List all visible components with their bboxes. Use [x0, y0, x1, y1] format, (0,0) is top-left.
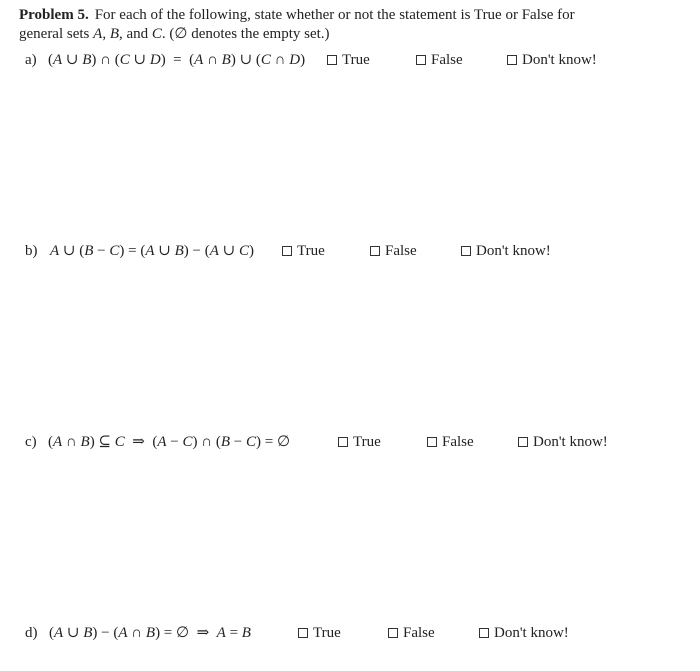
option-label: False — [385, 243, 417, 259]
question-statement: (A ∪ B) − (A ∩ B) = ∅ ⇒ A = B — [49, 625, 251, 641]
intro-line-2-post: . (∅ denotes the empty set.) — [161, 26, 330, 42]
question-statement: (A ∪ B) ∩ (C ∪ D) = (A ∩ B) ∪ (C ∩ D) — [48, 52, 306, 68]
checkbox-icon[interactable] — [479, 628, 489, 638]
intro-line-1: For each of the following, state whether… — [94, 7, 575, 23]
checkbox-icon[interactable] — [327, 55, 337, 65]
checkbox-icon[interactable] — [298, 628, 308, 638]
option-false[interactable]: False — [416, 49, 463, 71]
option-false[interactable]: False — [427, 431, 474, 453]
option-false[interactable]: False — [388, 622, 435, 644]
option-dont-know[interactable]: Don't know! — [461, 240, 551, 262]
separator: , and — [118, 26, 152, 42]
checkbox-icon[interactable] — [388, 628, 398, 638]
checkbox-icon[interactable] — [338, 437, 348, 447]
option-dont-know[interactable]: Don't know! — [507, 49, 597, 71]
question-statement: (A ∩ B) ⊆ C ⇒ (A − C) ∩ (B − C) = ∅ — [48, 434, 291, 450]
checkbox-icon[interactable] — [507, 55, 517, 65]
option-label: True — [313, 625, 341, 641]
question-label: d) — [25, 625, 38, 641]
question-label: c) — [25, 434, 37, 450]
option-false[interactable]: False — [370, 240, 417, 262]
checkbox-icon[interactable] — [416, 55, 426, 65]
question-statement: A ∪ (B − C) = (A ∪ B) − (A ∪ C) — [50, 243, 254, 259]
option-label: Don't know! — [522, 52, 597, 68]
intro-line-2-pre: general sets — [19, 26, 94, 42]
option-label: False — [431, 52, 463, 68]
option-label: Don't know! — [494, 625, 569, 641]
checkbox-icon[interactable] — [282, 246, 292, 256]
question-b: b) A ∪ (B − C) = (A ∪ B) − (A ∪ C) True … — [0, 240, 700, 262]
option-dont-know[interactable]: Don't know! — [479, 622, 569, 644]
question-a: a) (A ∪ B) ∩ (C ∪ D) = (A ∩ B) ∪ (C ∩ D)… — [0, 49, 700, 71]
problem-intro: Problem 5. For each of the following, sta… — [19, 6, 659, 44]
option-label: False — [403, 625, 435, 641]
question-c: c) (A ∩ B) ⊆ C ⇒ (A − C) ∩ (B − C) = ∅ T… — [0, 431, 700, 453]
option-label: True — [297, 243, 325, 259]
question-label: b) — [25, 243, 38, 259]
option-true[interactable]: True — [298, 622, 341, 644]
option-dont-know[interactable]: Don't know! — [518, 431, 608, 453]
option-label: True — [353, 434, 381, 450]
option-true[interactable]: True — [327, 49, 370, 71]
option-true[interactable]: True — [338, 431, 381, 453]
set-b: B — [109, 26, 119, 42]
question-label: a) — [25, 52, 37, 68]
question-d: d) (A ∪ B) − (A ∩ B) = ∅ ⇒ A = B True Fa… — [0, 622, 700, 644]
checkbox-icon[interactable] — [518, 437, 528, 447]
set-a: A — [93, 26, 103, 42]
set-c: C — [151, 26, 162, 42]
option-true[interactable]: True — [282, 240, 325, 262]
problem-title: Problem 5. — [19, 7, 89, 23]
option-label: Don't know! — [533, 434, 608, 450]
option-label: Don't know! — [476, 243, 551, 259]
option-label: True — [342, 52, 370, 68]
checkbox-icon[interactable] — [461, 246, 471, 256]
option-label: False — [442, 434, 474, 450]
separator: , — [102, 26, 110, 42]
checkbox-icon[interactable] — [427, 437, 437, 447]
checkbox-icon[interactable] — [370, 246, 380, 256]
